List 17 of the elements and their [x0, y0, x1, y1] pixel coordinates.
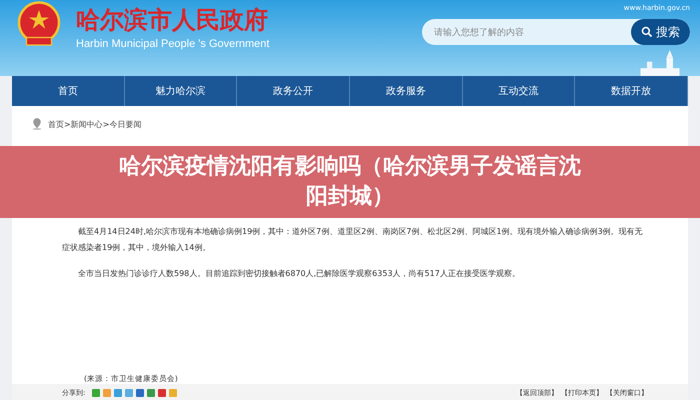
share-icon[interactable] — [158, 389, 166, 397]
search-field[interactable]: 请输入您想了解的内容 搜索 — [422, 19, 690, 45]
share-icon[interactable] — [147, 389, 156, 397]
share-icon[interactable] — [125, 389, 134, 397]
share-icon[interactable] — [103, 389, 112, 397]
share-icon[interactable] — [136, 389, 144, 397]
site-subtitle: Harbin Municipal People 's Government — [76, 38, 270, 50]
search-button[interactable]: 搜索 — [631, 19, 690, 45]
search-icon — [641, 26, 653, 38]
breadcrumb[interactable]: 首页>新闻中心>今日要闻 — [48, 118, 142, 130]
site-title: 哈尔滨市人民政府 — [76, 4, 269, 36]
paragraph: 全市当日发热门诊诊疗人数598人。目前追踪到密切接触者6870人,已解除医学观察6353人，尚有517人正在接受医学观察。 — [77, 268, 521, 280]
headline-banner: 哈尔滨疫情沈阳有影响吗（哈尔滨男子发谣言沈阳封城） — [0, 146, 700, 218]
share-icon[interactable] — [114, 389, 122, 397]
paragraph: 截至4月14日24时,哈尔滨市现有本地确诊病例19例，其中：道外区7例、道里区2例、南岗区7例、松北区2例、阿城区1例。现有境外输入确诊病例3例。现有无症状感染者19例，其中，境外输入14例。 — [61, 226, 644, 254]
share-icon[interactable] — [92, 389, 100, 397]
location-pin-icon — [32, 118, 42, 130]
